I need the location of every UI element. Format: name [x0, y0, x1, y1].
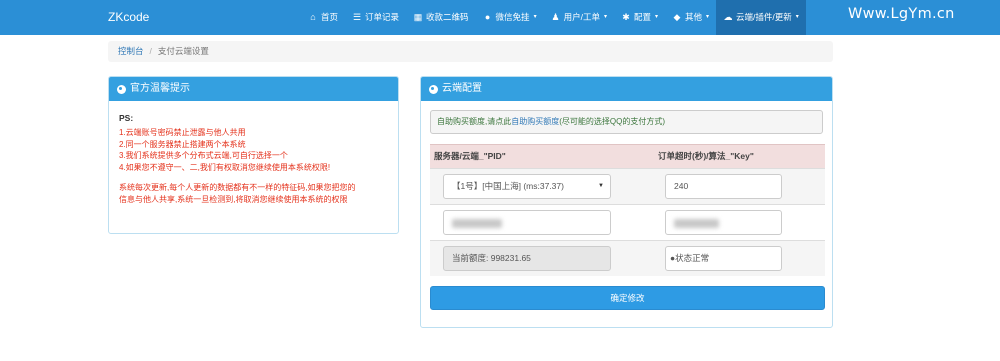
nav-item-users[interactable]: ♟ 用户/工单 ▾: [544, 0, 614, 35]
nav-label: 其他: [685, 12, 703, 22]
tips-panel-heading: 官方温馨提示: [109, 77, 398, 101]
breadcrumb-current: 支付云端设置: [157, 46, 209, 56]
nav-label: 云端/插件/更新: [736, 12, 792, 22]
column-header-server: 服务器/云端_"PID": [434, 151, 506, 161]
shield-icon: ◆: [673, 12, 681, 22]
wechat-icon: ●: [484, 12, 491, 22]
breadcrumb-separator: /: [149, 46, 152, 56]
chevron-down-icon: ▾: [654, 14, 658, 20]
chevron-down-icon: ▼: [598, 183, 604, 189]
tip-line: 3.我们系统提供多个分布式云端,可自行选择一个: [119, 151, 288, 160]
nav-item-other[interactable]: ◆ 其他 ▾: [665, 0, 716, 35]
redacted-pid: [452, 219, 502, 228]
nav-label: 微信免挂: [495, 12, 530, 22]
brand-logo[interactable]: ZKcode: [108, 0, 149, 35]
server-select-value: 【1号】[中国上海] (ms:37.37): [452, 181, 564, 191]
column-header-timeout: 订单超时(秒)/算法_"Key": [658, 151, 754, 161]
table-row: 【1号】[中国上海] (ms:37.37) ▼ 240: [430, 168, 825, 204]
breadcrumb: 控制台 / 支付云端设置: [108, 41, 833, 62]
nav-label: 用户/工单: [563, 12, 600, 22]
cloud-config-title: 云端配置: [442, 83, 482, 94]
nav-item-qrcode[interactable]: ▦ 收款二维码: [406, 0, 476, 35]
server-select[interactable]: 【1号】[中国上海] (ms:37.37) ▼: [443, 174, 611, 199]
main-nav: ⌂ 首页 ☰ 订单记录 ▦ 收款二维码 ● 微信免挂 ▾ ♟ 用户/工单 ▾ ✱…: [301, 0, 806, 35]
info-prefix: 自助购买额度,请点此: [437, 117, 512, 126]
chevron-down-icon: ▾: [795, 14, 799, 20]
breadcrumb-home-link[interactable]: 控制台: [118, 46, 144, 56]
table-row: [430, 204, 825, 240]
nav-item-cloud[interactable]: ☁ 云端/插件/更新 ▾: [716, 0, 806, 35]
list-icon: ☰: [352, 12, 362, 22]
globe-icon: [429, 84, 438, 94]
user-icon: ♟: [551, 12, 560, 22]
tips-panel-body: PS: 1.云端账号密码禁止泄露与他人共用 2.同一个服务器禁止搭建两个本系统 …: [109, 101, 398, 214]
info-suffix: (尽可能的选择QQ的支付方式): [559, 117, 666, 126]
top-navbar: ZKcode ⌂ 首页 ☰ 订单记录 ▦ 收款二维码 ● 微信免挂 ▾ ♟ 用户…: [0, 0, 1000, 35]
purchase-info-bar: 自助购买额度,请点此自助购买额度(尽可能的选择QQ的支付方式): [430, 110, 823, 134]
pid-input[interactable]: [443, 210, 611, 235]
config-table: 服务器/云端_"PID" 订单超时(秒)/算法_"Key" 【1号】[中国上海]…: [430, 144, 825, 276]
timeout-input[interactable]: 240: [665, 174, 782, 199]
chevron-down-icon: ▾: [706, 14, 710, 20]
cloud-config-body: 自助购买额度,请点此自助购买额度(尽可能的选择QQ的支付方式): [421, 101, 832, 143]
confirm-button[interactable]: 确定修改: [430, 286, 825, 310]
nav-item-orders[interactable]: ☰ 订单记录: [345, 0, 406, 35]
cloud-icon: ☁: [723, 12, 733, 22]
nav-item-wechat[interactable]: ● 微信免挂 ▾: [476, 0, 544, 35]
tip-line: 4.如果您不遵守一、二,我们有权取消您继续使用本系统权限!: [119, 162, 331, 172]
tip-line: 2.同一个服务器禁止搭建两个本系统: [119, 139, 246, 149]
ps-label: PS:: [119, 113, 134, 123]
nav-label: 订单记录: [365, 12, 400, 22]
cloud-config-heading: 云端配置: [421, 77, 832, 101]
warning-line: 信息与他人共享,系统一旦检测到,将取消您继续使用本系统的权限: [119, 194, 348, 204]
globe-icon: [117, 84, 126, 94]
chevron-down-icon: ▾: [533, 14, 537, 20]
cloud-config-panel: 云端配置 自助购买额度,请点此自助购买额度(尽可能的选择QQ的支付方式) 服务器…: [420, 76, 833, 328]
gear-icon: ✱: [622, 12, 630, 22]
tips-panel: 官方温馨提示 PS: 1.云端账号密码禁止泄露与他人共用 2.同一个服务器禁止搭…: [108, 76, 399, 234]
chevron-down-icon: ▾: [603, 14, 607, 20]
nav-item-config[interactable]: ✱ 配置 ▾: [614, 0, 665, 35]
table-row: 当前额度: 998231.65 ●状态正常: [430, 240, 825, 276]
nav-label: 首页: [321, 12, 339, 22]
redacted-key: [674, 219, 719, 228]
qrcode-icon: ▦: [413, 12, 423, 22]
status-text: 状态正常: [675, 253, 710, 263]
status-field: ●状态正常: [665, 246, 782, 271]
buy-quota-link[interactable]: 自助购买额度: [511, 117, 559, 126]
tip-line: 1.云端账号密码禁止泄露与他人共用: [119, 128, 246, 137]
nav-label: 收款二维码: [426, 12, 469, 22]
nav-item-home[interactable]: ⌂ 首页: [301, 0, 345, 35]
warning-line: 系统每次更新,每个人更新的数据都有不一样的特征码,如果您把您的: [119, 183, 356, 192]
config-table-header: 服务器/云端_"PID" 订单超时(秒)/算法_"Key": [430, 144, 825, 168]
site-watermark: Www.LgYm.cn: [848, 6, 955, 22]
home-icon: ⌂: [310, 12, 316, 22]
tips-panel-title: 官方温馨提示: [130, 83, 190, 94]
nav-label: 配置: [633, 12, 651, 22]
balance-field: 当前额度: 998231.65: [443, 246, 611, 271]
key-input[interactable]: [665, 210, 782, 235]
